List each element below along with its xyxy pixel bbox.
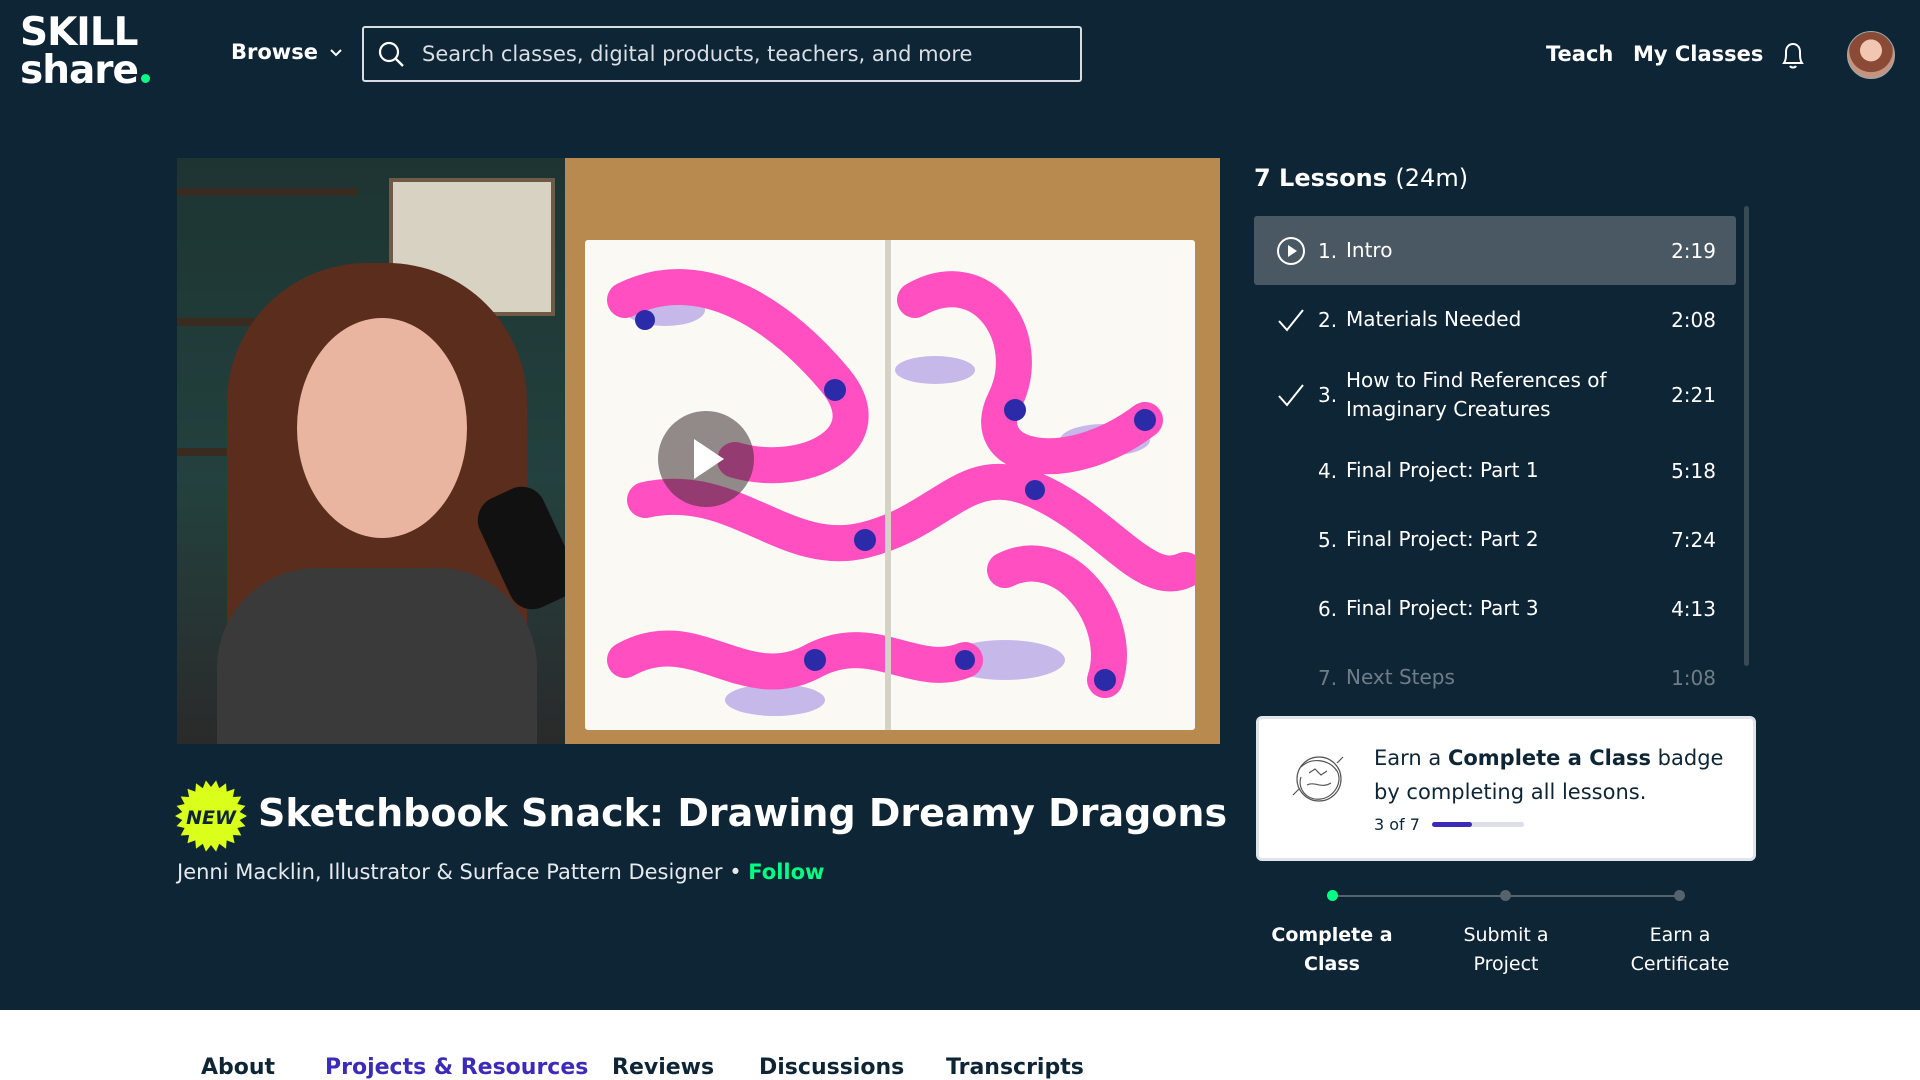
lesson-title: Intro — [1346, 238, 1393, 262]
step-dot-complete-class — [1327, 890, 1338, 901]
play-circle-icon — [1277, 236, 1305, 265]
step-submit-project: Submit a Project — [1463, 924, 1549, 975]
lessons-count: 7 Lessons — [1254, 164, 1388, 192]
lesson-item-3[interactable]: 3. How to Find References of Imaginary C… — [1254, 354, 1736, 436]
tab-transcripts[interactable]: Transcripts — [946, 1055, 1084, 1080]
separator-dot: • — [729, 860, 742, 884]
lesson-duration: 7:24 — [1671, 527, 1716, 552]
search-bar[interactable] — [362, 26, 1082, 82]
lesson-item-1[interactable]: 1. Intro 2:19 — [1254, 216, 1736, 285]
search-icon — [378, 41, 404, 67]
lesson-duration: 4:13 — [1671, 596, 1716, 621]
lesson-list-scrollbar[interactable] — [1744, 206, 1749, 666]
lesson-number: 2. — [1318, 307, 1338, 332]
tab-discussions[interactable]: Discussions — [759, 1055, 904, 1080]
new-badge-label: NEW — [186, 807, 237, 829]
course-title: Sketchbook Snack: Drawing Dreamy Dragons — [258, 791, 1228, 835]
complete-class-badge-card: Earn a Complete a Class badge by complet… — [1256, 716, 1756, 861]
badge-progress-label: 3 of 7 — [1374, 815, 1420, 834]
logo-line1: SKILL — [20, 10, 139, 55]
lesson-item-7[interactable]: 7. Next Steps 1:08 — [1254, 643, 1736, 706]
tab-projects-resources[interactable]: Projects & Resources — [325, 1055, 588, 1080]
browse-label: Browse — [231, 40, 318, 64]
teacher-line: Jenni Macklin, Illustrator & Surface Pat… — [177, 860, 824, 884]
lesson-title: Final Project: Part 3 — [1346, 596, 1539, 620]
user-avatar[interactable] — [1847, 31, 1895, 79]
logo-line2: share — [20, 51, 180, 90]
badge-doodle-icon — [1292, 756, 1344, 802]
lesson-duration: 2:19 — [1671, 238, 1716, 263]
my-classes-link[interactable]: My Classes — [1633, 42, 1763, 66]
tab-reviews[interactable]: Reviews — [612, 1055, 714, 1080]
lesson-number: 3. — [1318, 383, 1338, 407]
lesson-number: 6. — [1318, 596, 1338, 621]
badge-description: Earn a Complete a Class badge by complet… — [1374, 746, 1724, 804]
lesson-number: 4. — [1318, 458, 1338, 483]
lesson-duration: 5:18 — [1671, 458, 1716, 483]
video-player[interactable] — [177, 158, 1220, 744]
lesson-duration: 2:08 — [1671, 307, 1716, 332]
step-complete-class: Complete a Class — [1271, 924, 1393, 975]
teacher-name[interactable]: Jenni Macklin, Illustrator & Surface Pat… — [177, 860, 723, 884]
search-input[interactable] — [420, 41, 1064, 67]
lesson-duration: 2:21 — [1671, 383, 1716, 407]
step-dot-earn-certificate — [1674, 890, 1685, 901]
skillshare-logo[interactable]: SKILL share — [20, 10, 180, 94]
browse-menu-button[interactable]: Browse — [231, 40, 344, 64]
lesson-number: 1. — [1318, 238, 1338, 263]
lesson-duration: 1:08 — [1671, 665, 1716, 690]
lesson-item-5[interactable]: 5. Final Project: Part 2 7:24 — [1254, 505, 1736, 574]
lesson-item-4[interactable]: 4. Final Project: Part 1 5:18 — [1254, 436, 1736, 505]
play-icon — [694, 439, 724, 479]
lesson-title: How to Find References of Imaginary Crea… — [1346, 368, 1607, 421]
teach-link[interactable]: Teach — [1546, 42, 1613, 66]
chevron-down-icon — [330, 49, 342, 57]
step-earn-certificate: Earn a Certificate — [1630, 924, 1730, 975]
lesson-title: Materials Needed — [1346, 307, 1522, 331]
lesson-title: Final Project: Part 2 — [1346, 527, 1539, 551]
lesson-item-2[interactable]: 2. Materials Needed 2:08 — [1254, 285, 1736, 354]
badge-progress: 3 of 7 — [1374, 815, 1524, 834]
lesson-number: 5. — [1318, 527, 1338, 552]
instructor-video-frame — [177, 158, 585, 744]
badge-progress-bar — [1431, 822, 1524, 827]
lesson-title: Next Steps — [1346, 665, 1455, 689]
bell-icon[interactable] — [1778, 38, 1808, 72]
lesson-title: Final Project: Part 1 — [1346, 458, 1539, 482]
checkmark-icon — [1278, 384, 1304, 407]
checkmark-icon — [1278, 308, 1304, 332]
follow-button[interactable]: Follow — [748, 860, 824, 884]
new-badge: NEW — [175, 780, 247, 852]
lesson-number: 7. — [1318, 665, 1338, 690]
tab-about[interactable]: About — [201, 1055, 275, 1080]
lessons-heading: 7 Lessons (24m) — [1254, 164, 1468, 192]
lessons-duration: (24m) — [1395, 164, 1469, 192]
lesson-list: 1. Intro 2:19 2. Materials Needed 2:08 3… — [1254, 216, 1736, 706]
lesson-item-6[interactable]: 6. Final Project: Part 3 4:13 — [1254, 574, 1736, 643]
play-button[interactable] — [658, 411, 754, 507]
step-dot-submit-project — [1500, 890, 1511, 901]
